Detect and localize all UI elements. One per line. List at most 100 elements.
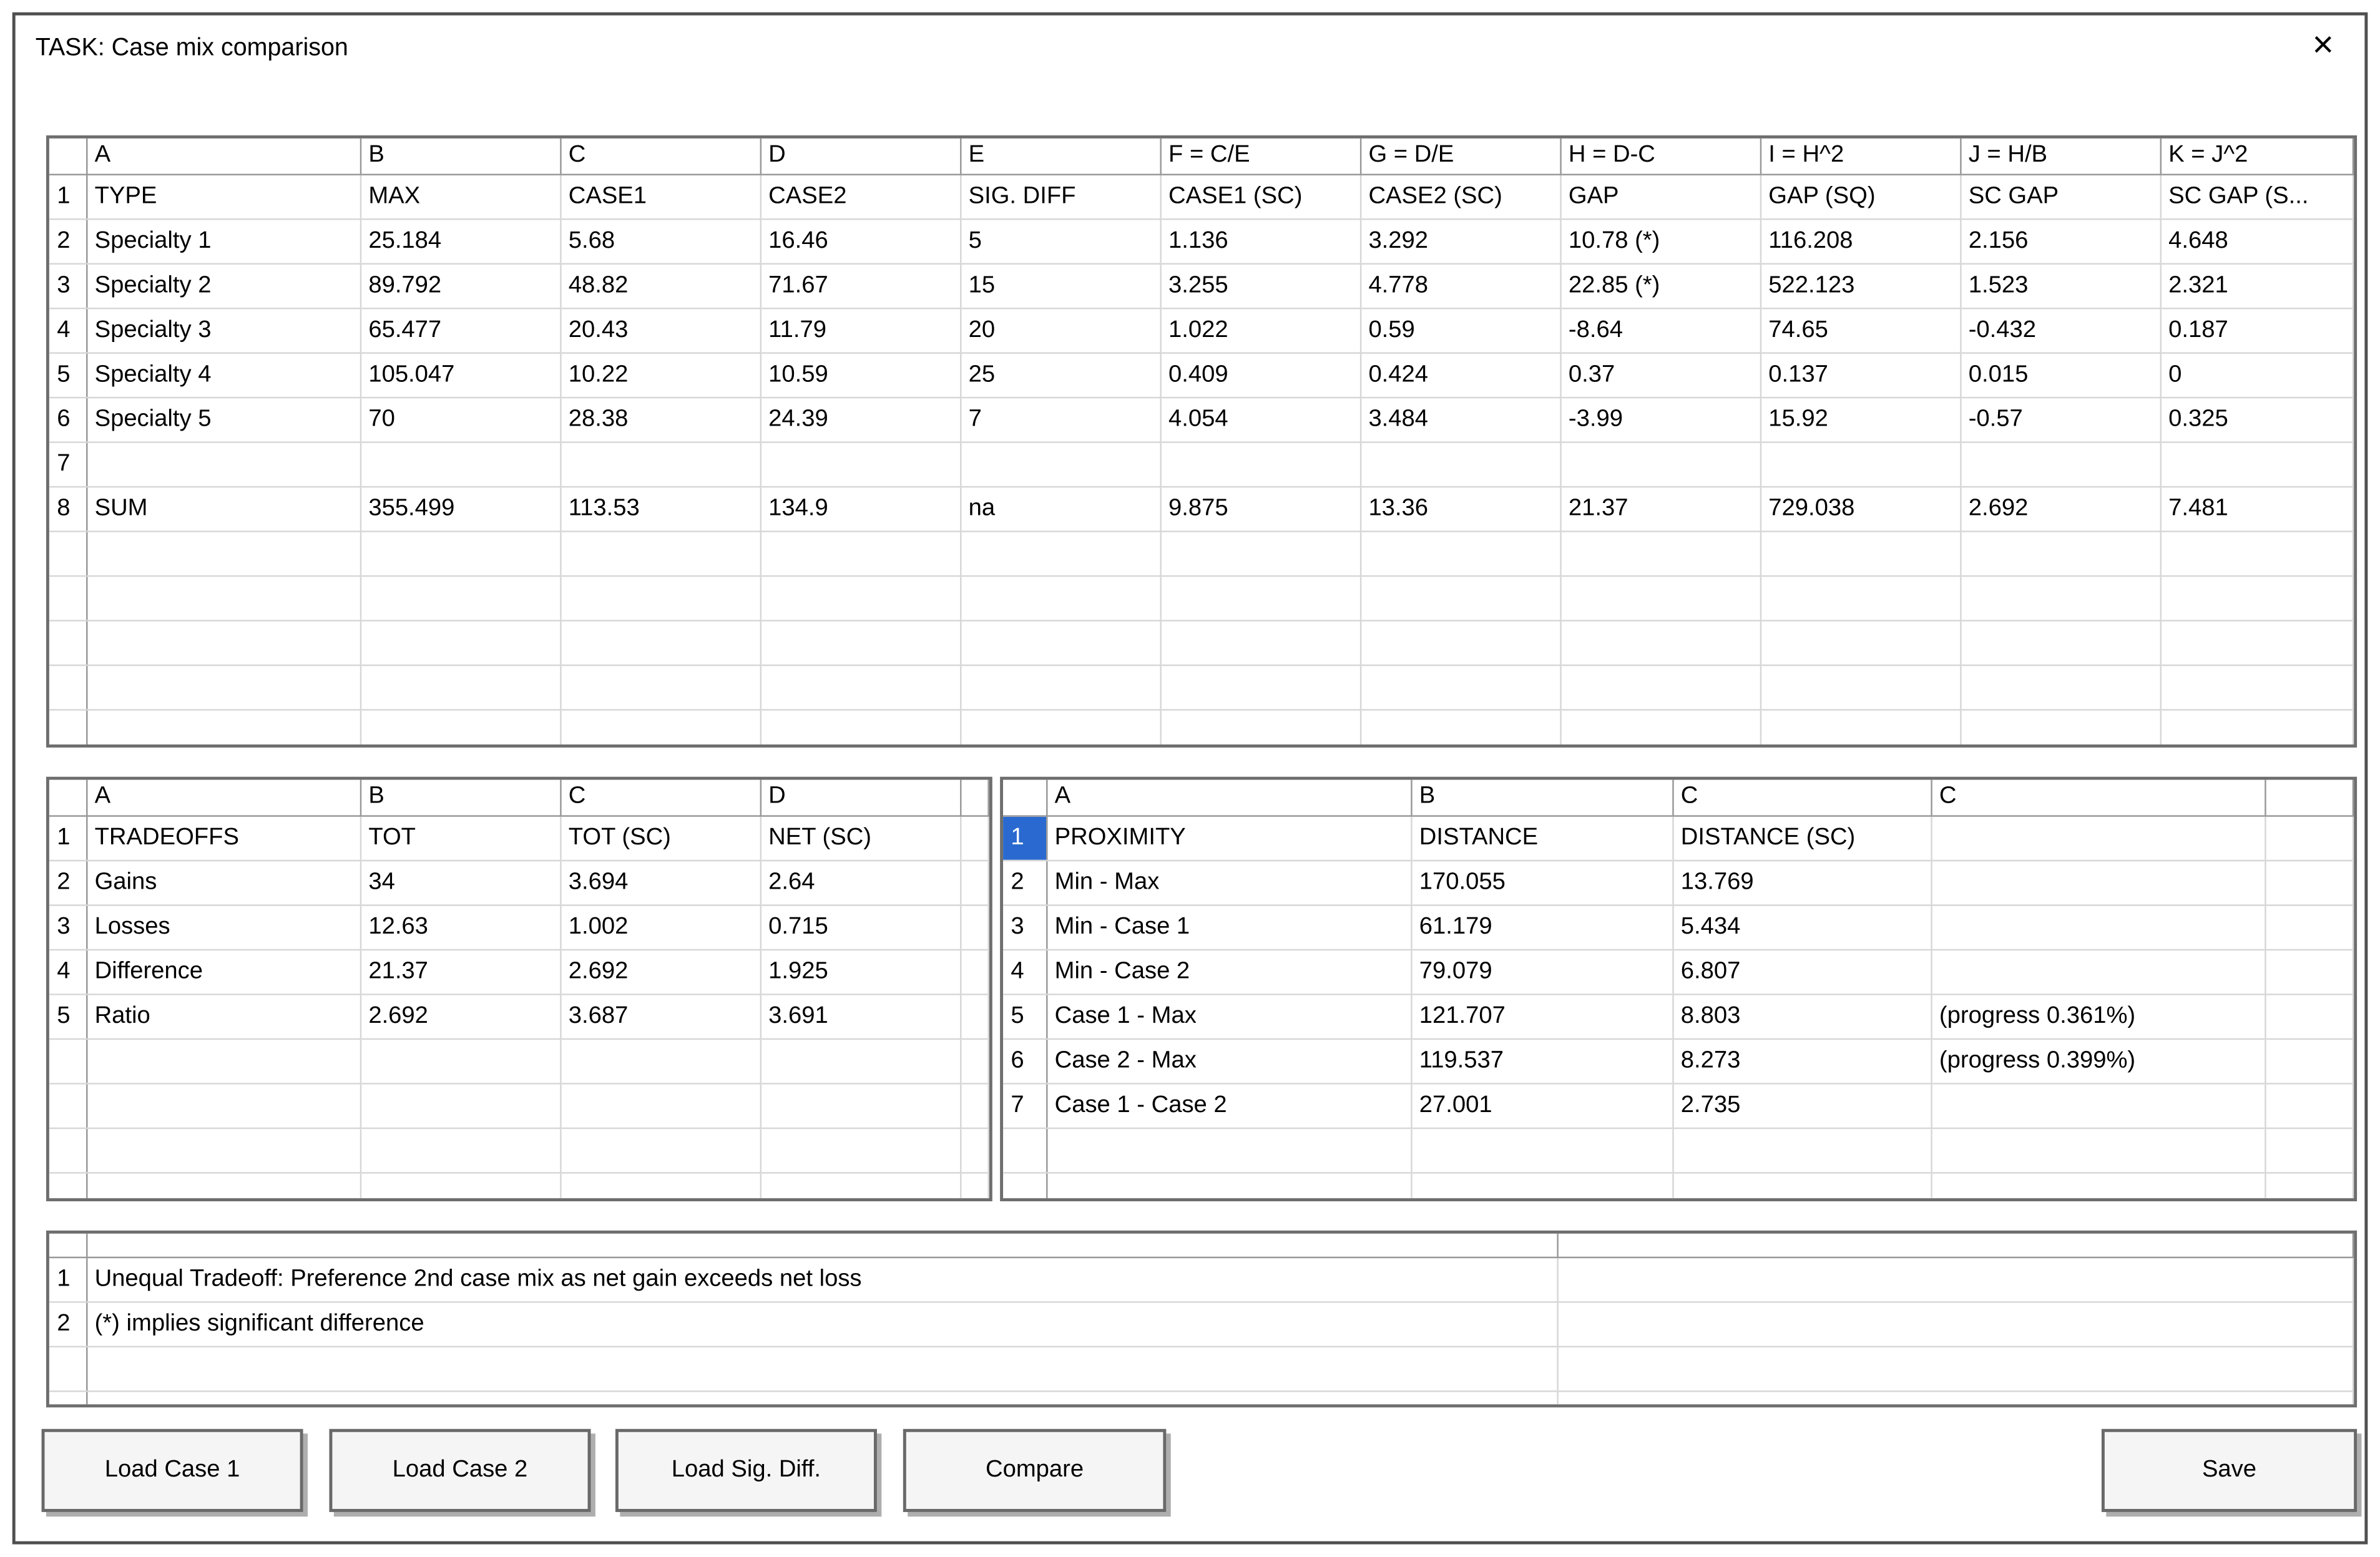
cell[interactable]: 1.925 (760, 949, 961, 995)
cell[interactable]: 1.022 (1160, 307, 1361, 353)
cell[interactable]: Case 1 - Case 2 (1046, 1083, 1412, 1128)
cell[interactable]: 61.179 (1411, 904, 1673, 950)
cell[interactable]: 8.803 (1672, 993, 1932, 1039)
row-number[interactable]: 4 (49, 949, 87, 995)
cell[interactable]: TRADEOFFS (86, 815, 361, 861)
cell[interactable] (1931, 859, 2266, 905)
col-header[interactable]: C (560, 779, 761, 816)
cell[interactable]: 13.769 (1672, 859, 1932, 905)
cell[interactable]: 15.92 (1760, 396, 1961, 442)
row-number[interactable]: 4 (1003, 949, 1047, 995)
cell[interactable]: 2.692 (560, 949, 761, 995)
cell[interactable]: 4.778 (1359, 263, 1561, 309)
col-header[interactable]: K = J^2 (2160, 138, 2354, 175)
cell[interactable]: 3.484 (1359, 396, 1561, 442)
cell[interactable]: 89.792 (360, 263, 561, 309)
cell[interactable]: 71.67 (760, 263, 961, 309)
cell[interactable]: TOT (SC) (560, 815, 761, 861)
cell[interactable]: 74.65 (1760, 307, 1961, 353)
cell[interactable]: TYPE (86, 173, 361, 220)
cell[interactable]: -3.99 (1560, 396, 1761, 442)
cell[interactable]: -8.64 (1560, 307, 1761, 353)
cell[interactable]: 2.321 (2160, 263, 2354, 309)
cell[interactable]: DISTANCE (SC) (1672, 815, 1932, 861)
cell[interactable]: SC GAP (S... (2160, 173, 2354, 220)
note-cell[interactable]: (*) implies significant difference (86, 1301, 1558, 1347)
col-header[interactable]: C (1672, 779, 1932, 816)
cell[interactable]: 134.9 (760, 486, 961, 532)
cell[interactable]: 25.184 (360, 218, 561, 264)
row-number[interactable]: 4 (49, 307, 87, 353)
row-number[interactable]: 6 (49, 396, 87, 442)
row-number[interactable]: 1 (49, 173, 87, 220)
cell[interactable] (86, 441, 361, 487)
cell[interactable]: 121.707 (1411, 993, 1673, 1039)
cell[interactable] (1359, 441, 1561, 487)
cell[interactable]: 0.137 (1760, 352, 1961, 398)
load-sig-diff-button[interactable]: Load Sig. Diff. (615, 1428, 877, 1512)
col-header[interactable]: G = D/E (1359, 138, 1561, 175)
cell[interactable]: TOT (360, 815, 561, 861)
save-button[interactable]: Save (2101, 1428, 2358, 1512)
cell[interactable]: Min - Case 2 (1046, 949, 1412, 995)
col-header[interactable]: A (86, 779, 361, 816)
col-header[interactable]: J = H/B (1960, 138, 2161, 175)
cell[interactable]: 9.875 (1160, 486, 1361, 532)
col-header[interactable]: D (760, 138, 961, 175)
cell[interactable]: Specialty 2 (86, 263, 361, 309)
cell[interactable]: 7.481 (2160, 486, 2354, 532)
row-number[interactable]: 7 (1003, 1083, 1047, 1128)
col-header[interactable]: H = D-C (1560, 138, 1761, 175)
cell[interactable] (1760, 441, 1961, 487)
cell[interactable]: 1.523 (1960, 263, 2161, 309)
close-button[interactable]: × (2300, 23, 2346, 69)
col-header[interactable]: E (960, 138, 1161, 175)
cell[interactable] (1931, 815, 2266, 861)
cell[interactable]: 21.37 (360, 949, 561, 995)
load-case-2-button[interactable]: Load Case 2 (329, 1428, 591, 1512)
cell[interactable]: 1.136 (1160, 218, 1361, 264)
cell[interactable]: SIG. DIFF (960, 173, 1161, 220)
row-number[interactable]: 2 (49, 859, 87, 905)
cell[interactable]: 355.499 (360, 486, 561, 532)
cell[interactable]: 729.038 (1760, 486, 1961, 532)
cell[interactable]: 28.38 (560, 396, 761, 442)
compare-button[interactable]: Compare (903, 1428, 1167, 1512)
cell[interactable] (1960, 441, 2161, 487)
cell[interactable]: na (960, 486, 1161, 532)
cell[interactable]: -0.432 (1960, 307, 2161, 353)
cell[interactable]: 79.079 (1411, 949, 1673, 995)
cell[interactable]: (progress 0.361%) (1931, 993, 2266, 1039)
cell[interactable]: (progress 0.399%) (1931, 1038, 2266, 1084)
row-number[interactable]: 2 (1003, 859, 1047, 905)
cell[interactable]: 0.59 (1359, 307, 1561, 353)
col-header[interactable]: B (1411, 779, 1673, 816)
cell[interactable]: Case 2 - Max (1046, 1038, 1412, 1084)
cell[interactable]: 6.807 (1672, 949, 1932, 995)
cell[interactable]: 170.055 (1411, 859, 1673, 905)
cell[interactable]: 20 (960, 307, 1161, 353)
note-cell[interactable]: Unequal Tradeoff: Preference 2nd case mi… (86, 1256, 1558, 1302)
col-header[interactable]: I = H^2 (1760, 138, 1961, 175)
cell[interactable]: 113.53 (560, 486, 761, 532)
cell[interactable] (960, 441, 1161, 487)
cell[interactable]: 27.001 (1411, 1083, 1673, 1128)
cell[interactable]: 116.208 (1760, 218, 1961, 264)
cell[interactable]: 70 (360, 396, 561, 442)
cell[interactable]: 0.187 (2160, 307, 2354, 353)
row-number[interactable]: 1 (49, 1256, 87, 1302)
cell[interactable]: MAX (360, 173, 561, 220)
cell[interactable]: Specialty 4 (86, 352, 361, 398)
cell[interactable]: 48.82 (560, 263, 761, 309)
cell[interactable]: Specialty 5 (86, 396, 361, 442)
row-number[interactable]: 1 (49, 815, 87, 861)
row-number[interactable]: 8 (49, 486, 87, 532)
cell[interactable]: 0.715 (760, 904, 961, 950)
cell[interactable]: 15 (960, 263, 1161, 309)
cell[interactable]: PROXIMITY (1046, 815, 1412, 861)
cell[interactable]: 2.692 (360, 993, 561, 1039)
cell[interactable]: GAP (SQ) (1760, 173, 1961, 220)
cell[interactable] (1931, 904, 2266, 950)
cell[interactable]: 16.46 (760, 218, 961, 264)
cell[interactable]: 8.273 (1672, 1038, 1932, 1084)
